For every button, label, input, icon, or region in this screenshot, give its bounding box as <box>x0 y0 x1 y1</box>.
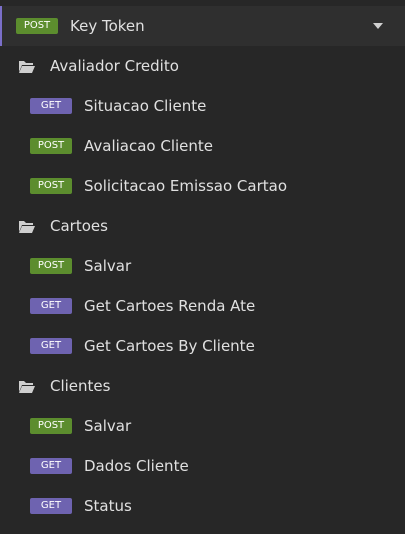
request-solicitacao-emissao-cartao[interactable]: POST Solicitacao Emissao Cartao <box>0 166 405 206</box>
request-get-cartoes-renda-ate[interactable]: GET Get Cartoes Renda Ate <box>0 286 405 326</box>
request-dados-cliente[interactable]: GET Dados Cliente <box>0 446 405 486</box>
request-clientes-salvar[interactable]: POST Salvar <box>0 406 405 446</box>
request-avaliacao-cliente[interactable]: POST Avaliacao Cliente <box>0 126 405 166</box>
method-badge: POST <box>30 418 72 434</box>
method-badge: POST <box>16 18 58 34</box>
request-label: Salvar <box>84 257 132 275</box>
chevron-down-icon[interactable] <box>373 23 383 29</box>
method-badge: GET <box>30 338 72 354</box>
method-badge: POST <box>30 138 72 154</box>
folder-label: Clientes <box>50 377 111 395</box>
request-status[interactable]: GET Status <box>0 486 405 526</box>
request-label: Avaliacao Cliente <box>84 137 214 155</box>
method-badge: GET <box>30 458 72 474</box>
request-label: Get Cartoes By Cliente <box>84 337 255 355</box>
folder-avaliador-credito[interactable]: Avaliador Credito <box>0 46 405 86</box>
method-badge: POST <box>30 178 72 194</box>
folder-clientes[interactable]: Clientes <box>0 366 405 406</box>
method-badge: GET <box>30 98 72 114</box>
folder-open-icon <box>19 60 35 73</box>
request-situacao-cliente[interactable]: GET Situacao Cliente <box>0 86 405 126</box>
request-key-token[interactable]: POST Key Token <box>0 6 405 46</box>
folder-open-icon <box>19 380 35 393</box>
request-label: Solicitacao Emissao Cartao <box>84 177 288 195</box>
folder-open-icon <box>19 220 35 233</box>
request-cartoes-salvar[interactable]: POST Salvar <box>0 246 405 286</box>
request-label: Status <box>84 497 132 515</box>
request-label: Get Cartoes Renda Ate <box>84 297 256 315</box>
request-label: Dados Cliente <box>84 457 189 475</box>
method-badge: POST <box>30 258 72 274</box>
request-label: Situacao Cliente <box>84 97 207 115</box>
folder-label: Avaliador Credito <box>50 57 179 75</box>
folder-label: Cartoes <box>50 217 108 235</box>
method-badge: GET <box>30 298 72 314</box>
method-badge: GET <box>30 498 72 514</box>
folder-cartoes[interactable]: Cartoes <box>0 206 405 246</box>
request-label: Salvar <box>84 417 132 435</box>
request-label: Key Token <box>70 17 145 35</box>
request-get-cartoes-by-cliente[interactable]: GET Get Cartoes By Cliente <box>0 326 405 366</box>
